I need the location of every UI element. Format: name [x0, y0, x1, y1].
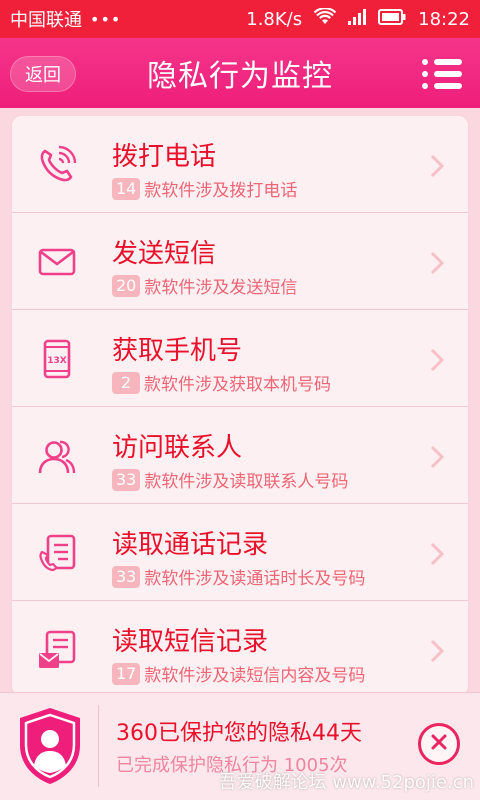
item-desc-text: 款软件涉及读取联系人号码 [144, 472, 349, 492]
item-name: 发送短信 [112, 239, 217, 269]
list-item-contacts[interactable]: 访问联系人 33 款软件涉及读取联系人号码 [12, 407, 468, 504]
item-name: 读取通话记录 [112, 530, 269, 560]
list-item-phone-number[interactable]: 13X 获取手机号 2 款软件涉及获取本机号码 [12, 310, 468, 407]
chevron-right-icon [430, 445, 445, 469]
item-description: 20 款软件涉及发送短信 [112, 273, 297, 298]
privacy-behavior-list: 拨打电话 14 款软件涉及拨打电话 发送短信 20 款软件涉及发送短信 13X … [12, 116, 468, 696]
close-icon [430, 733, 448, 755]
item-description: 33 款软件涉及读通话时长及号码 [112, 564, 365, 589]
count-badge: 20 [112, 274, 141, 297]
clock-time: 18:22 [418, 8, 470, 30]
network-speed: 1.8K/s [246, 8, 303, 30]
wifi-icon [313, 6, 337, 31]
notification-dots: ••• [90, 9, 122, 29]
item-desc-text: 款软件涉及拨打电话 [144, 181, 298, 201]
list-item-send-sms[interactable]: 发送短信 20 款软件涉及发送短信 [12, 213, 468, 310]
back-button[interactable]: 返回 [10, 56, 76, 92]
phone-call-icon [36, 144, 78, 186]
menu-button[interactable] [422, 58, 462, 90]
list-item-sms-log[interactable]: 读取短信记录 17 款软件涉及读短信内容及号码 [12, 601, 468, 696]
count-badge: 33 [112, 565, 141, 588]
item-desc-text: 款软件涉及读通话时长及号码 [144, 569, 366, 589]
contacts-icon [36, 435, 78, 477]
item-name: 读取短信记录 [112, 627, 269, 657]
item-description: 33 款软件涉及读取联系人号码 [112, 467, 348, 492]
page-title: 隐私行为监控 [147, 59, 333, 94]
chevron-right-icon [430, 639, 445, 663]
status-bar: 中国联通 ••• 1.8K/s 18:22 [0, 0, 480, 38]
item-name: 访问联系人 [112, 433, 243, 463]
item-description: 17 款软件涉及读短信内容及号码 [112, 661, 365, 686]
count-badge: 17 [112, 662, 141, 685]
chevron-right-icon [430, 542, 445, 566]
chevron-right-icon [430, 348, 445, 372]
icon-label: 13X [47, 356, 67, 366]
item-description: 14 款软件涉及拨打电话 [112, 176, 297, 201]
close-button[interactable] [418, 723, 460, 765]
footer-divider [98, 705, 99, 787]
item-description: 2 款软件涉及获取本机号码 [112, 370, 331, 395]
battery-icon [378, 8, 406, 30]
list-item-phone-call[interactable]: 拨打电话 14 款软件涉及拨打电话 [12, 116, 468, 213]
signal-icon [348, 8, 367, 30]
item-name: 获取手机号 [112, 336, 243, 366]
protection-summary-bar: 360已保护您的隐私44天 已完成保护隐私行为 1005次 吾爱破解论坛 www… [0, 692, 480, 800]
mobile-number-icon: 13X [36, 338, 78, 380]
carrier-name: 中国联通 [10, 10, 82, 31]
item-name: 拨打电话 [112, 142, 217, 172]
forum-watermark: 吾爱破解论坛 www.52pojie.cn [218, 772, 474, 793]
list-item-call-log[interactable]: 读取通话记录 33 款软件涉及读通话时长及号码 [12, 504, 468, 601]
protection-days-text: 360已保护您的隐私44天 [116, 721, 362, 746]
item-desc-text: 款软件涉及获取本机号码 [144, 375, 331, 395]
envelope-icon [36, 241, 78, 283]
item-desc-text: 款软件涉及发送短信 [144, 278, 298, 298]
sms-log-icon [36, 629, 78, 671]
count-badge: 33 [112, 468, 141, 491]
item-desc-text: 款软件涉及读短信内容及号码 [144, 666, 366, 686]
shield-user-icon [14, 705, 86, 787]
chevron-right-icon [430, 251, 445, 275]
app-header: 返回 隐私行为监控 [0, 38, 480, 108]
count-badge: 14 [112, 177, 141, 200]
chevron-right-icon [430, 154, 445, 178]
call-log-icon [36, 532, 78, 574]
count-badge: 2 [112, 371, 140, 394]
